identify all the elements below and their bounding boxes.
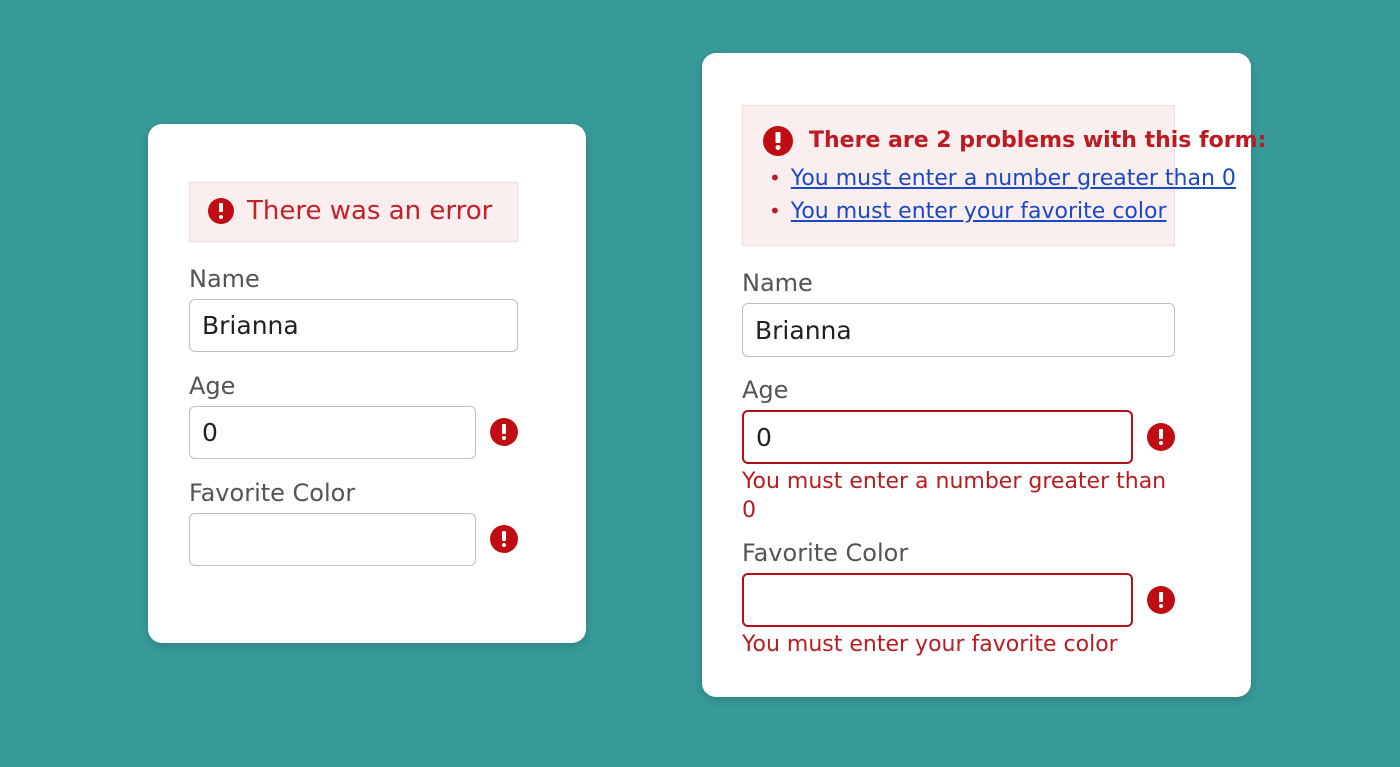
field-label-name: Name: [189, 264, 260, 293]
error-circle-icon: [763, 126, 793, 156]
error-summary-title: There are 2 problems with this form:: [809, 127, 1267, 153]
list-item: • You must enter your favorite color: [769, 198, 1167, 226]
input-row-favorite-color: [742, 573, 1175, 628]
banner-row: There was an error: [208, 197, 499, 226]
error-circle-icon: [1147, 423, 1175, 451]
field-label-age: Age: [742, 376, 789, 404]
favorite-color-input[interactable]: [742, 573, 1133, 628]
field-label-favorite-color: Favorite Color: [189, 478, 356, 507]
favorite-color-input[interactable]: [189, 512, 476, 566]
error-summary-message: There was an error: [247, 196, 493, 226]
field-age: Age: [189, 371, 518, 459]
input-row-name: [189, 298, 518, 352]
field-label-age: Age: [189, 371, 236, 400]
input-row-name: [742, 303, 1175, 357]
error-circle-icon: [1147, 586, 1175, 615]
bullet-glyph: •: [769, 166, 781, 190]
error-link-favorite-color[interactable]: You must enter your favorite color: [791, 198, 1167, 226]
name-input[interactable]: [189, 298, 518, 352]
field-favorite-color: Favorite Color You must enter your favor…: [742, 538, 1175, 660]
age-input[interactable]: [189, 405, 476, 459]
field-favorite-color: Favorite Color: [189, 478, 518, 566]
banner-heading-row: There are 2 problems with this form:: [763, 126, 1266, 156]
basic-form-card: There was an error Name Age Favorite Col…: [148, 124, 586, 643]
input-row-favorite-color: [189, 512, 518, 566]
error-summary-list: • You must enter a number greater than 0…: [763, 165, 1236, 226]
age-input[interactable]: [742, 410, 1133, 464]
field-label-name: Name: [742, 269, 813, 297]
input-row-age: [189, 405, 518, 459]
field-error-age: You must enter a number greater than 0: [742, 469, 1167, 523]
input-row-age: [742, 410, 1175, 464]
error-link-age[interactable]: You must enter a number greater than 0: [791, 165, 1236, 193]
error-summary-banner-basic: There was an error: [189, 182, 518, 242]
bullet-glyph: •: [769, 198, 781, 223]
error-summary-banner-detailed: There are 2 problems with this form: • Y…: [742, 105, 1266, 246]
field-name: Name: [189, 264, 518, 352]
field-age: Age You must enter a number greater than…: [742, 375, 1175, 525]
name-input[interactable]: [742, 303, 1175, 357]
field-error-favorite-color: You must enter your favorite color: [742, 632, 1118, 658]
screen: There was an error Name Age Favorite Col…: [0, 0, 1400, 767]
field-name: Name: [742, 268, 1175, 357]
detailed-form-card: There are 2 problems with this form: • Y…: [702, 53, 1266, 697]
error-circle-icon: [208, 198, 234, 225]
error-circle-icon: [490, 418, 518, 447]
error-circle-icon: [490, 525, 518, 554]
field-label-favorite-color: Favorite Color: [742, 539, 909, 568]
list-item: • You must enter a number greater than 0: [769, 165, 1236, 193]
